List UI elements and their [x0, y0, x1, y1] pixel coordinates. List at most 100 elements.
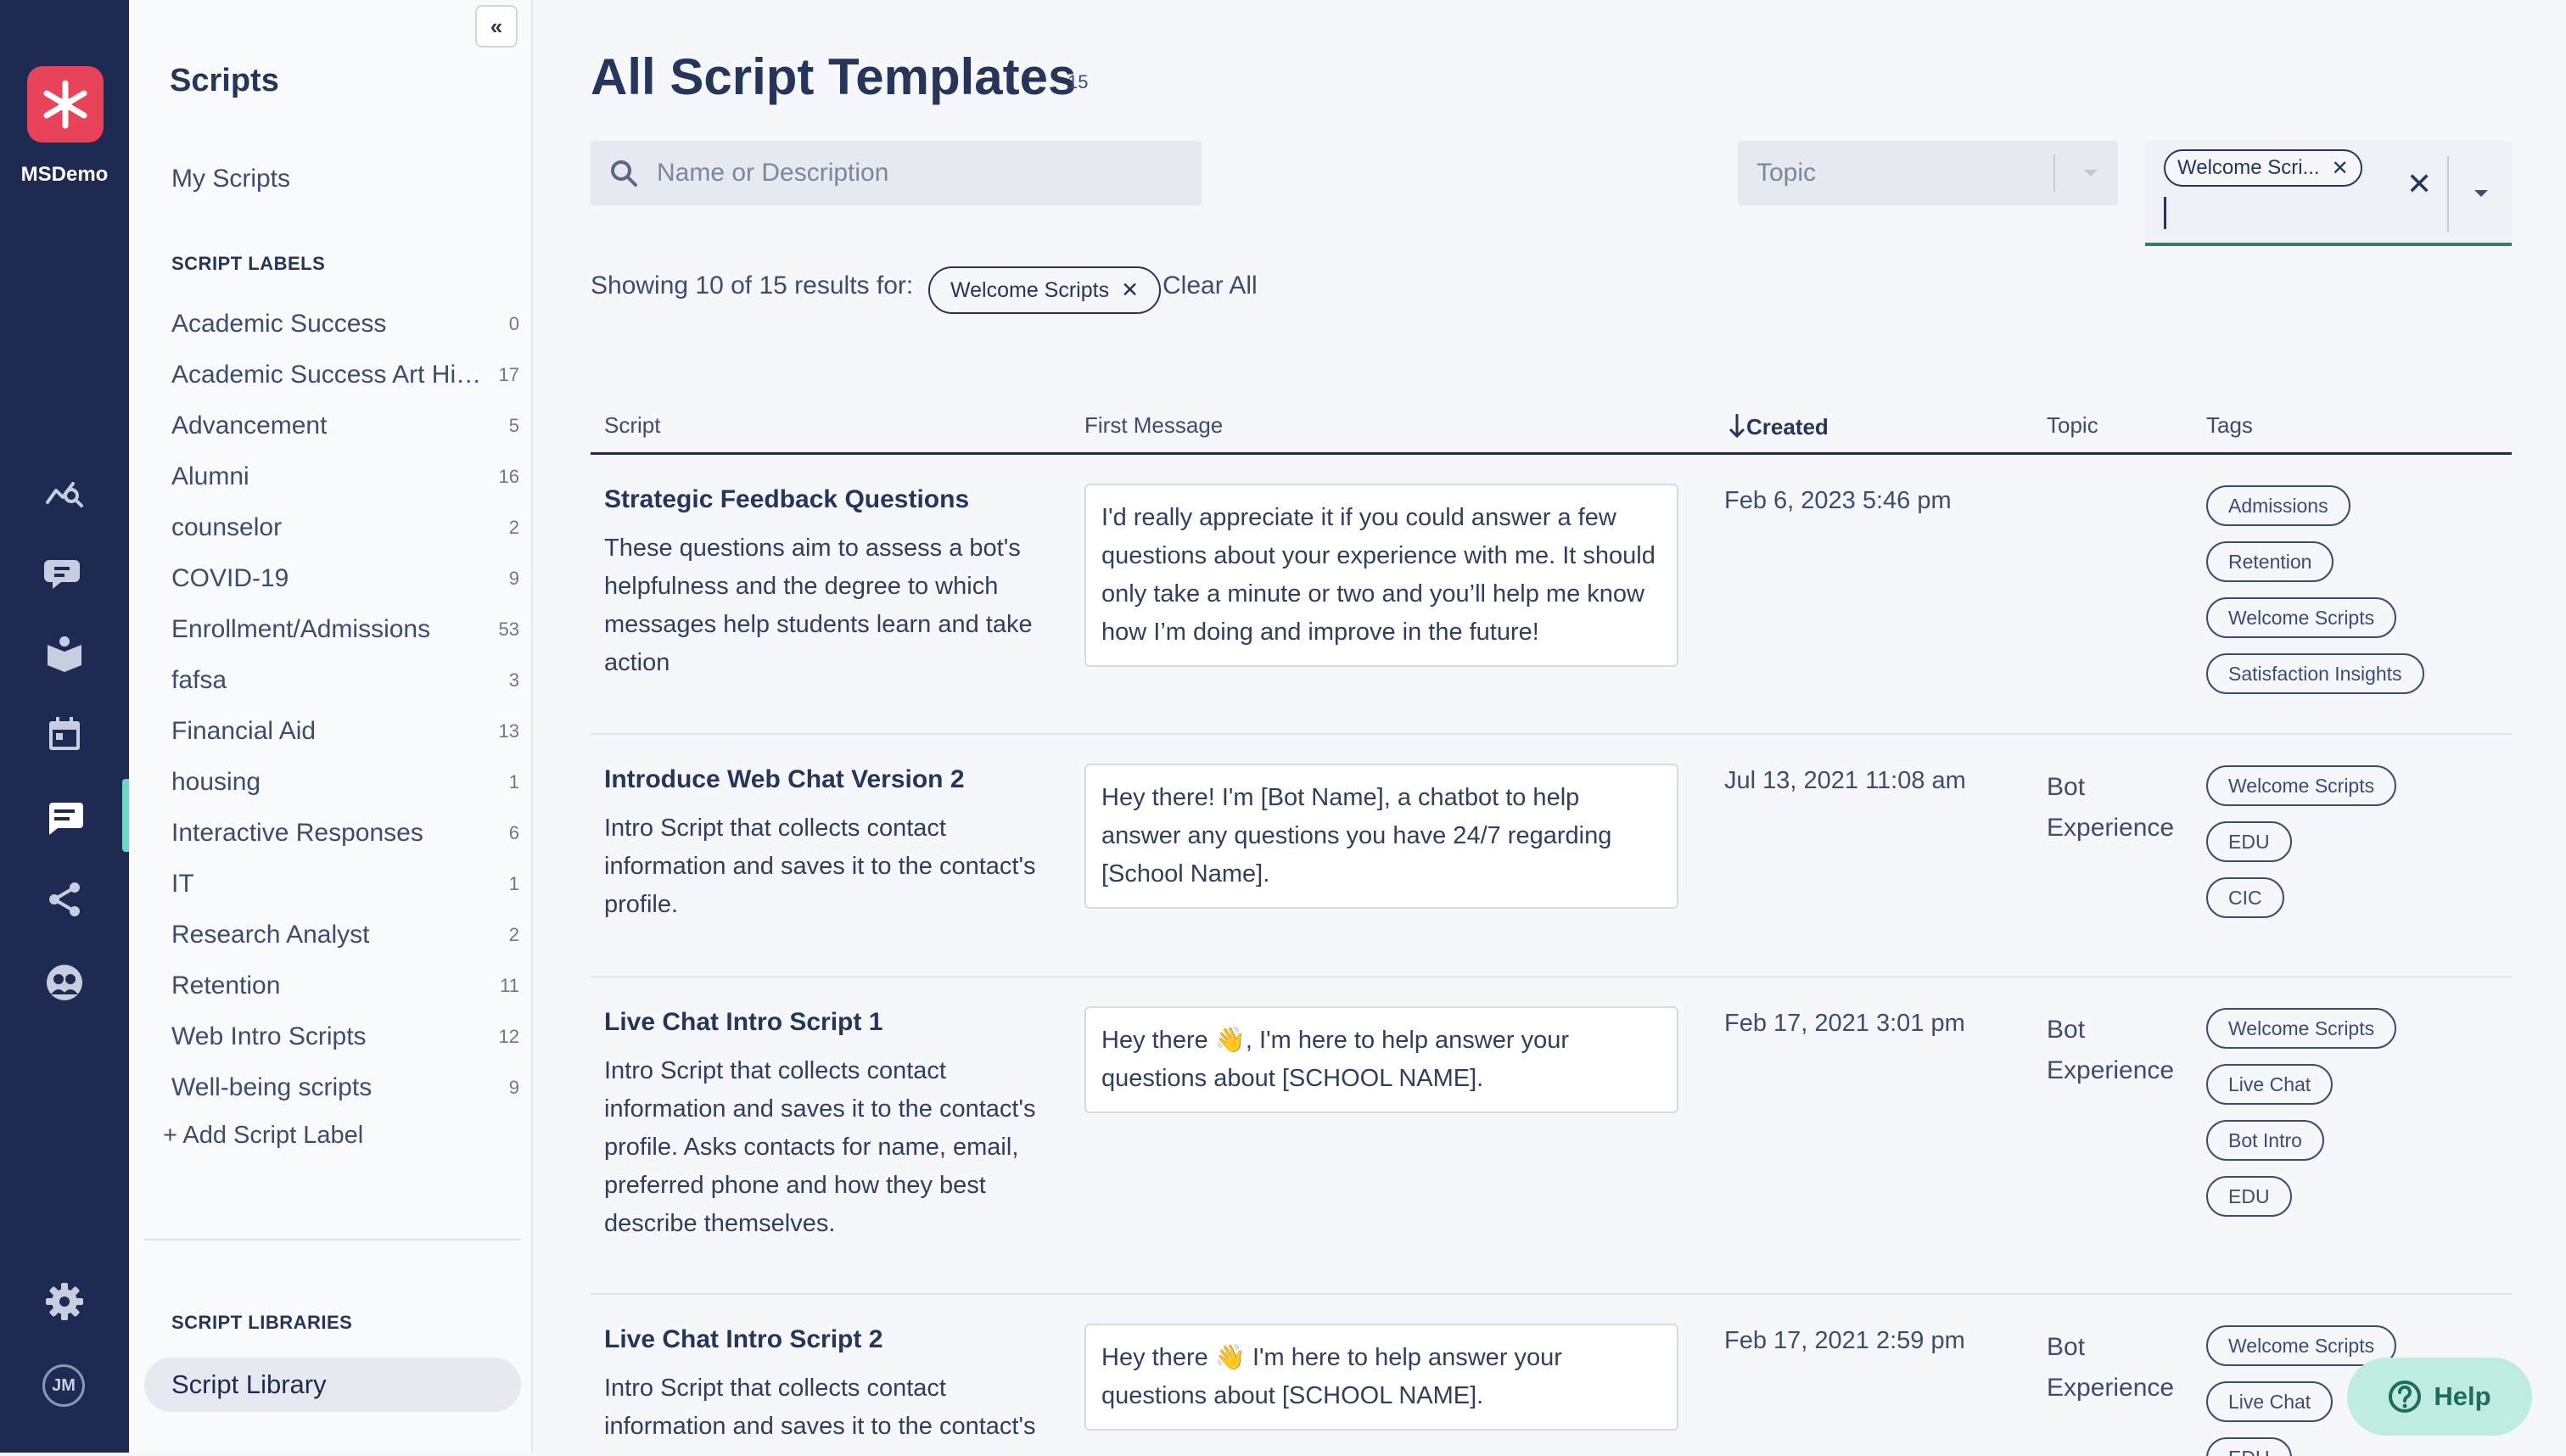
script-label-name: COVID-19	[171, 564, 289, 592]
script-label-item[interactable]: counselor 2	[171, 502, 519, 553]
script-label-item[interactable]: COVID-19 9	[171, 553, 519, 604]
first-message-preview: Hey there 👋 I'm here to help answer your…	[1084, 1324, 1678, 1431]
script-label-item[interactable]: Retention 11	[171, 960, 519, 1011]
script-label-name: Research Analyst	[171, 921, 370, 949]
script-description: Intro Script that collects contact infor…	[604, 815, 1036, 918]
user-avatar[interactable]: JM	[42, 1364, 85, 1407]
share-network-icon[interactable]	[39, 874, 90, 925]
script-title[interactable]: Strategic Feedback Questions	[604, 485, 969, 514]
tag-chip[interactable]: Satisfaction Insights	[2206, 653, 2424, 694]
first-message-preview: Hey there! I'm [Bot Name], a chatbot to …	[1084, 764, 1678, 909]
remove-filter-icon[interactable]: ✕	[1121, 277, 1139, 303]
created-date: Feb 17, 2021 3:01 pm	[1724, 1010, 1965, 1037]
asterisk-logo-icon	[43, 80, 87, 129]
script-title[interactable]: Live Chat Intro Script 2	[604, 1325, 882, 1354]
app-logo[interactable]	[27, 66, 104, 143]
tag-chip[interactable]: CIC	[2206, 877, 2284, 918]
active-nav-indicator	[122, 779, 129, 852]
script-label-item[interactable]: IT 1	[171, 859, 519, 910]
script-label-count: 0	[508, 313, 519, 334]
table-row[interactable]: Live Chat Intro Script 1 Intro Script th…	[591, 977, 2512, 1295]
scripts-icon[interactable]	[39, 791, 90, 842]
script-label-item[interactable]: Interactive Responses 6	[171, 808, 519, 859]
clear-selection-icon[interactable]: ✕	[2406, 166, 2432, 202]
column-header-created[interactable]: Created	[1728, 412, 1829, 440]
script-label-item[interactable]: Academic Success 0	[171, 299, 519, 350]
tag-chip[interactable]: Bot Intro	[2206, 1120, 2324, 1161]
remove-tag-icon[interactable]: ✕	[2332, 156, 2349, 181]
script-title[interactable]: Introduce Web Chat Version 2	[604, 765, 965, 794]
script-tags: Welcome Scripts EDU CIC	[2206, 765, 2397, 918]
table-row[interactable]: Introduce Web Chat Version 2 Intro Scrip…	[591, 735, 2512, 977]
script-library-item[interactable]: Script Library	[144, 1358, 521, 1412]
tag-chip[interactable]: Welcome Scripts	[2206, 1325, 2397, 1366]
script-label-item[interactable]: Academic Success Art History 17	[171, 350, 519, 400]
table-row[interactable]: Strategic Feedback Questions These quest…	[591, 455, 2512, 735]
script-labels-heading: SCRIPT LABELS	[171, 253, 326, 274]
chevron-down-icon[interactable]	[2468, 180, 2495, 207]
tag-chip[interactable]: Live Chat	[2206, 1064, 2333, 1105]
first-message-preview: I'd really appreciate it if you could an…	[1084, 484, 1678, 667]
script-description: These questions aim to assess a bot's he…	[604, 535, 1033, 676]
script-label-item[interactable]: Alumni 16	[171, 451, 519, 502]
analytics-icon[interactable]	[39, 465, 90, 516]
script-description: Intro Script that collects contact infor…	[604, 1057, 1036, 1237]
column-header-script[interactable]: Script	[604, 412, 660, 439]
search-box[interactable]	[591, 141, 1202, 205]
script-label-item[interactable]: Advancement 5	[171, 400, 519, 451]
script-label-item[interactable]: Research Analyst 2	[171, 910, 519, 960]
topic-select[interactable]: Topic	[1738, 141, 2118, 205]
created-date: Feb 17, 2021 2:59 pm	[1724, 1327, 1965, 1354]
contacts-icon[interactable]	[39, 957, 90, 1008]
calendar-icon[interactable]	[39, 709, 90, 760]
select-separator	[2447, 156, 2449, 232]
my-scripts-link[interactable]: My Scripts	[171, 165, 290, 193]
script-label-count: 2	[508, 517, 519, 538]
clear-all-button[interactable]: Clear All	[1163, 272, 1258, 300]
column-header-first-message[interactable]: First Message	[1084, 412, 1223, 439]
collapse-sidebar-button[interactable]: «	[475, 5, 518, 48]
add-script-label-button[interactable]: + Add Script Label	[163, 1122, 363, 1150]
script-label-item[interactable]: housing 1	[171, 757, 519, 808]
column-header-created-label: Created	[1746, 414, 1829, 440]
tag-chip[interactable]: EDU	[2206, 1437, 2292, 1456]
script-label-item[interactable]: fafsa 3	[171, 655, 519, 706]
script-label-item[interactable]: Enrollment/Admissions 53	[171, 604, 519, 655]
tag-chip[interactable]: EDU	[2206, 821, 2292, 862]
tag-chip[interactable]: Live Chat	[2206, 1381, 2333, 1422]
tag-chip[interactable]: Welcome Scripts	[2206, 597, 2397, 638]
script-label-count: 1	[508, 771, 519, 792]
page-result-count: 15	[1067, 71, 1089, 92]
selected-tag-chip[interactable]: Welcome Scri... ✕	[2164, 149, 2362, 187]
script-label-count: 13	[498, 720, 519, 742]
script-label-item[interactable]: Financial Aid 13	[171, 706, 519, 757]
search-input[interactable]	[655, 158, 1168, 188]
table-row[interactable]: Live Chat Intro Script 2 Intro Script th…	[591, 1295, 2512, 1456]
tag-chip[interactable]: Admissions	[2206, 485, 2350, 526]
script-label-item[interactable]: Well-being scripts 9	[171, 1062, 519, 1113]
script-label-name: Academic Success Art History	[171, 361, 485, 389]
active-filter-chip[interactable]: Welcome Scripts ✕	[928, 266, 1162, 314]
column-header-tags: Tags	[2206, 412, 2253, 438]
table-header: Script First Message Created Topic Tags	[591, 395, 2512, 455]
tag-chip[interactable]: Retention	[2206, 541, 2334, 582]
script-label-item[interactable]: Web Intro Scripts 12	[171, 1011, 519, 1062]
sort-arrow-down-icon	[1728, 414, 1745, 439]
tag-filter-select[interactable]: Welcome Scri... ✕ ✕	[2145, 141, 2512, 246]
search-icon	[611, 160, 637, 187]
chevron-down-icon	[2084, 170, 2098, 176]
script-title[interactable]: Live Chat Intro Script 1	[604, 1008, 882, 1037]
tag-chip[interactable]: Welcome Scripts	[2206, 1008, 2397, 1049]
help-button[interactable]: Help	[2347, 1358, 2532, 1436]
sidebar-title: Scripts	[170, 63, 279, 98]
tag-chip[interactable]: Welcome Scripts	[2206, 765, 2397, 806]
knowledge-book-icon[interactable]	[39, 628, 90, 679]
column-header-topic[interactable]: Topic	[2047, 412, 2098, 439]
tag-chip[interactable]: EDU	[2206, 1176, 2292, 1217]
script-label-count: 2	[508, 924, 519, 945]
script-label-name: Enrollment/Admissions	[171, 615, 431, 643]
script-topic: Bot Experience	[2047, 773, 2175, 842]
chat-bubble-icon[interactable]	[39, 546, 90, 597]
script-label-count: 11	[500, 975, 519, 996]
gear-icon[interactable]	[39, 1276, 90, 1327]
